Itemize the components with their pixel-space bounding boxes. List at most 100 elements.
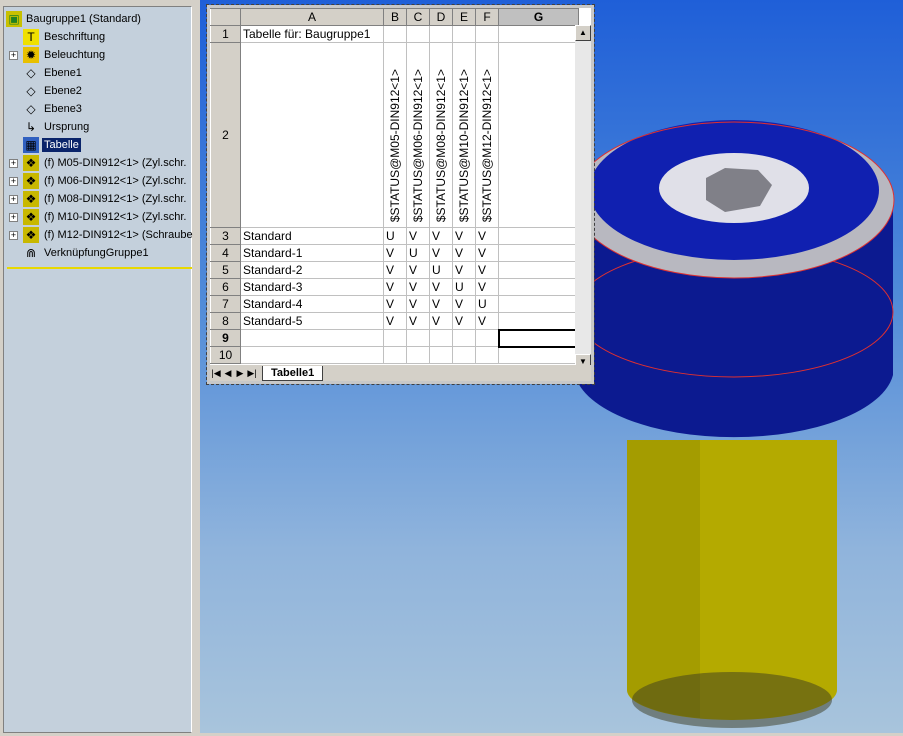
cell-status[interactable]: V xyxy=(406,278,430,296)
cell-status[interactable]: V xyxy=(383,295,407,313)
cell-status[interactable]: V xyxy=(475,244,499,262)
cell[interactable] xyxy=(452,329,476,347)
cell-config-name[interactable]: Standard-2 xyxy=(240,261,384,279)
cell-status[interactable]: U xyxy=(406,244,430,262)
column-header[interactable]: B xyxy=(383,8,407,26)
select-all-corner[interactable] xyxy=(210,8,241,26)
cell-status[interactable]: V xyxy=(406,312,430,330)
cell-status[interactable]: V xyxy=(383,312,407,330)
row-header[interactable]: 1 xyxy=(210,25,241,43)
expand-toggle[interactable]: + xyxy=(9,230,18,240)
cell[interactable] xyxy=(240,42,384,228)
tree-item[interactable]: + ❖ (f) M10-DIN912<1> (Zyl.schr. xyxy=(4,208,191,226)
tree-item[interactable]: ⋒ VerknüpfungGruppe1 xyxy=(4,244,191,262)
cell-config-name[interactable]: Standard-3 xyxy=(240,278,384,296)
cell-status[interactable]: V xyxy=(429,244,453,262)
scroll-up-button[interactable]: ▲ xyxy=(575,25,591,41)
cell[interactable] xyxy=(498,295,579,313)
cell[interactable] xyxy=(383,25,407,43)
row-header[interactable]: 7 xyxy=(210,295,241,313)
row-header[interactable]: 9 xyxy=(210,329,241,347)
cell-status[interactable]: V xyxy=(475,278,499,296)
design-table-spreadsheet[interactable]: A B C D E F G 1 Tabelle für: Baugruppe1 2 $STATUS@… xyxy=(206,4,595,385)
cell[interactable] xyxy=(383,346,407,364)
cell-status[interactable]: V xyxy=(406,227,430,245)
cell-status[interactable]: V xyxy=(475,227,499,245)
tree-item[interactable]: + ❖ (f) M06-DIN912<1> (Zyl.schr. xyxy=(4,172,191,190)
cell[interactable] xyxy=(498,278,579,296)
cell[interactable] xyxy=(498,25,579,43)
cell-config-name[interactable]: Standard xyxy=(240,227,384,245)
tree-item[interactable]: + ❖ (f) M08-DIN912<1> (Zyl.schr. xyxy=(4,190,191,208)
cell-status[interactable]: V xyxy=(383,278,407,296)
cell-status[interactable]: V xyxy=(452,227,476,245)
cell[interactable] xyxy=(383,329,407,347)
cell[interactable] xyxy=(498,261,579,279)
cell[interactable] xyxy=(406,25,430,43)
vertical-scrollbar[interactable]: ▲ ▼ xyxy=(575,25,591,370)
cell-status[interactable]: U xyxy=(475,295,499,313)
cell[interactable] xyxy=(429,346,453,364)
row-header[interactable]: 3 xyxy=(210,227,241,245)
tree-item[interactable]: ◇ Ebene3 xyxy=(4,100,191,118)
column-header[interactable]: E xyxy=(452,8,476,26)
cell-status[interactable]: V xyxy=(429,278,453,296)
row-header[interactable]: 8 xyxy=(210,312,241,330)
column-header[interactable]: C xyxy=(406,8,430,26)
cell[interactable] xyxy=(498,244,579,262)
cell-status[interactable]: V xyxy=(406,295,430,313)
cell-status[interactable]: V xyxy=(452,244,476,262)
next-sheet-button[interactable]: ▶ xyxy=(234,366,246,380)
row-header[interactable]: 6 xyxy=(210,278,241,296)
row-header[interactable]: 4 xyxy=(210,244,241,262)
cell-status[interactable]: V xyxy=(475,312,499,330)
cell-header[interactable]: $STATUS@M06-DIN912<1> xyxy=(406,42,430,228)
row-header[interactable]: 2 xyxy=(210,42,241,228)
cell-title[interactable]: Tabelle für: Baugruppe1 xyxy=(240,25,384,43)
cell[interactable] xyxy=(475,346,499,364)
cell[interactable] xyxy=(429,329,453,347)
cell[interactable] xyxy=(498,227,579,245)
cell-status[interactable]: V xyxy=(429,295,453,313)
expand-toggle[interactable]: + xyxy=(9,194,18,204)
cell-status[interactable]: U xyxy=(383,227,407,245)
cell-config-name[interactable]: Standard-1 xyxy=(240,244,384,262)
cell[interactable] xyxy=(406,329,430,347)
cell[interactable] xyxy=(498,312,579,330)
sheet-tab-tabelle1[interactable]: Tabelle1 xyxy=(262,365,324,381)
cell-header[interactable]: $STATUS@M12-DIN912<1> xyxy=(475,42,499,228)
cell-status[interactable]: V xyxy=(452,295,476,313)
cell-status[interactable]: V xyxy=(383,244,407,262)
tree-item[interactable]: T Beschriftung xyxy=(4,28,191,46)
column-header[interactable]: D xyxy=(429,8,453,26)
cell-status[interactable]: V xyxy=(429,312,453,330)
cell[interactable] xyxy=(497,328,580,348)
expand-toggle[interactable]: + xyxy=(9,212,18,222)
cell-status[interactable]: V xyxy=(429,227,453,245)
cell-status[interactable]: V xyxy=(452,261,476,279)
row-header[interactable]: 10 xyxy=(210,346,241,364)
last-sheet-button[interactable]: ▶| xyxy=(246,366,258,380)
cell-header[interactable]: $STATUS@M08-DIN912<1> xyxy=(429,42,453,228)
cell-status[interactable]: V xyxy=(383,261,407,279)
tree-item[interactable]: ↳ Ursprung xyxy=(4,118,191,136)
cell-status[interactable]: V xyxy=(475,261,499,279)
tree-item[interactable]: + ❖ (f) M05-DIN912<1> (Zyl.schr. xyxy=(4,154,191,172)
row-header[interactable]: 5 xyxy=(210,261,241,279)
cell-status[interactable]: V xyxy=(406,261,430,279)
cell-status[interactable]: V xyxy=(452,312,476,330)
cell[interactable] xyxy=(498,42,579,228)
expand-toggle[interactable]: + xyxy=(9,176,18,186)
cell[interactable] xyxy=(429,25,453,43)
cell[interactable] xyxy=(406,346,430,364)
cell[interactable] xyxy=(452,25,476,43)
tree-item[interactable]: + ✹ Beleuchtung xyxy=(4,46,191,64)
cell-status[interactable]: U xyxy=(429,261,453,279)
tree-item[interactable]: ◇ Ebene1 xyxy=(4,64,191,82)
column-header[interactable]: F xyxy=(475,8,499,26)
first-sheet-button[interactable]: |◀ xyxy=(210,366,222,380)
tree-item[interactable]: + ❖ (f) M12-DIN912<1> (Schraube xyxy=(4,226,193,244)
cell[interactable] xyxy=(240,329,384,347)
prev-sheet-button[interactable]: ◀ xyxy=(222,366,234,380)
cell-config-name[interactable]: Standard-5 xyxy=(240,312,384,330)
